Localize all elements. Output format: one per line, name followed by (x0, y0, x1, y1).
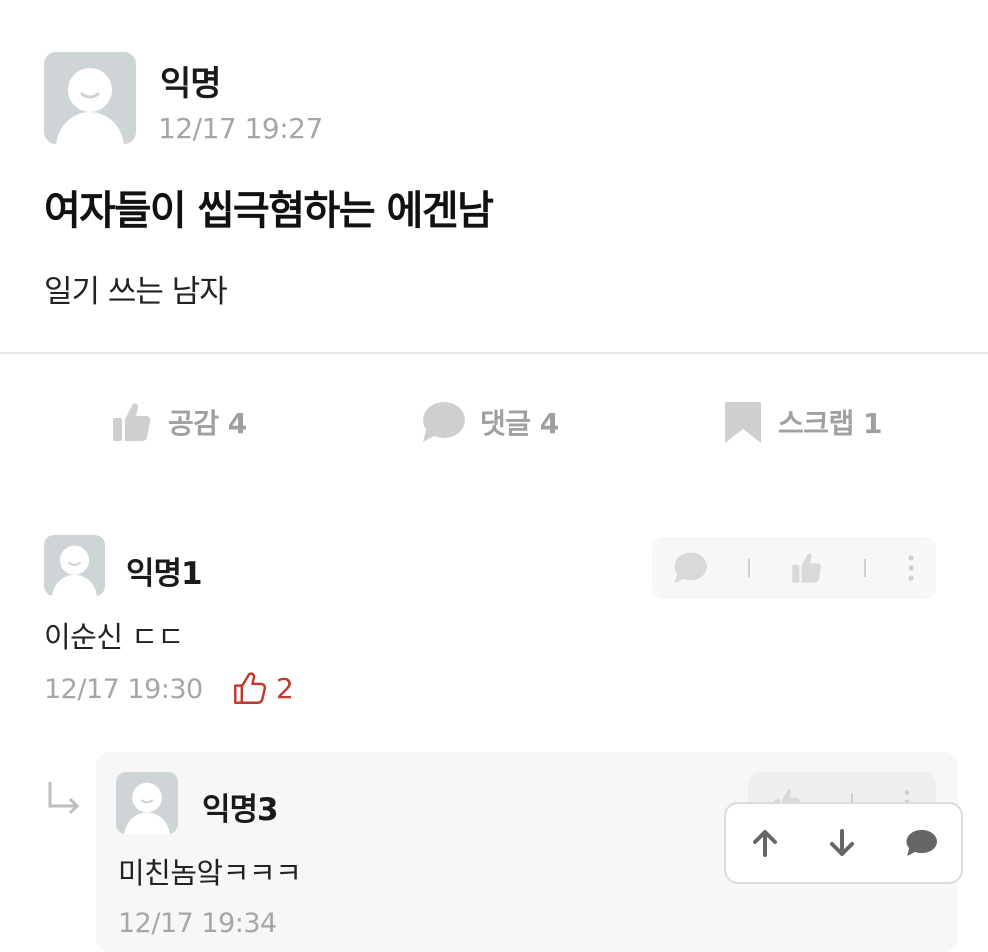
comment-author: 익명1 (126, 556, 203, 592)
thumbs-up-icon (234, 672, 267, 704)
post-time: 12/17 19:27 (158, 112, 323, 145)
default-profile-icon (56, 68, 124, 144)
comment-like-badge: 2 (232, 670, 294, 706)
post-title: 여자들이 씹극혐하는 에겐남 (44, 188, 494, 234)
like-count-label: 공감 4 (168, 407, 247, 440)
comment-like-count: 2 (276, 671, 294, 705)
separator (864, 559, 866, 577)
comment-count-label: 댓글 4 (480, 407, 559, 440)
bookmark-icon (725, 402, 761, 443)
comment-text: 이순신 ㄷㄷ (44, 620, 184, 654)
reply-time: 12/17 19:34 (118, 908, 277, 939)
scrap-count-label: 스크랩 1 (778, 407, 883, 440)
floating-nav (724, 802, 963, 884)
reply-text: 미친놈앜ㅋㅋㅋ (118, 856, 302, 890)
default-profile-icon (124, 782, 170, 834)
default-profile-icon (52, 545, 97, 596)
thumbs-up-icon[interactable] (790, 551, 824, 585)
post-avatar (44, 52, 136, 144)
speech-bubble-icon[interactable] (672, 551, 708, 585)
arrow-up-icon[interactable] (749, 827, 781, 859)
divider (0, 352, 988, 354)
comment-time: 12/17 19:30 (44, 674, 203, 705)
speech-bubble-icon[interactable] (904, 827, 938, 859)
post-author: 익명 (160, 64, 222, 104)
speech-bubble-icon (423, 402, 465, 442)
scrap-action[interactable]: 스크랩 1 (722, 396, 883, 448)
reply-arrow-icon (48, 782, 80, 815)
like-action[interactable]: 공감 4 (110, 396, 247, 448)
comment-toolbox (652, 537, 936, 599)
comment-avatar (44, 535, 105, 596)
more-vertical-icon[interactable] (906, 553, 916, 583)
post-body: 일기 쓰는 남자 (44, 274, 228, 310)
comment-action[interactable]: 댓글 4 (420, 396, 559, 448)
thumbs-up-icon (113, 403, 151, 441)
reply-avatar (116, 772, 178, 834)
reply-author: 익명3 (202, 792, 279, 828)
separator (748, 559, 750, 577)
arrow-down-icon[interactable] (826, 827, 858, 859)
